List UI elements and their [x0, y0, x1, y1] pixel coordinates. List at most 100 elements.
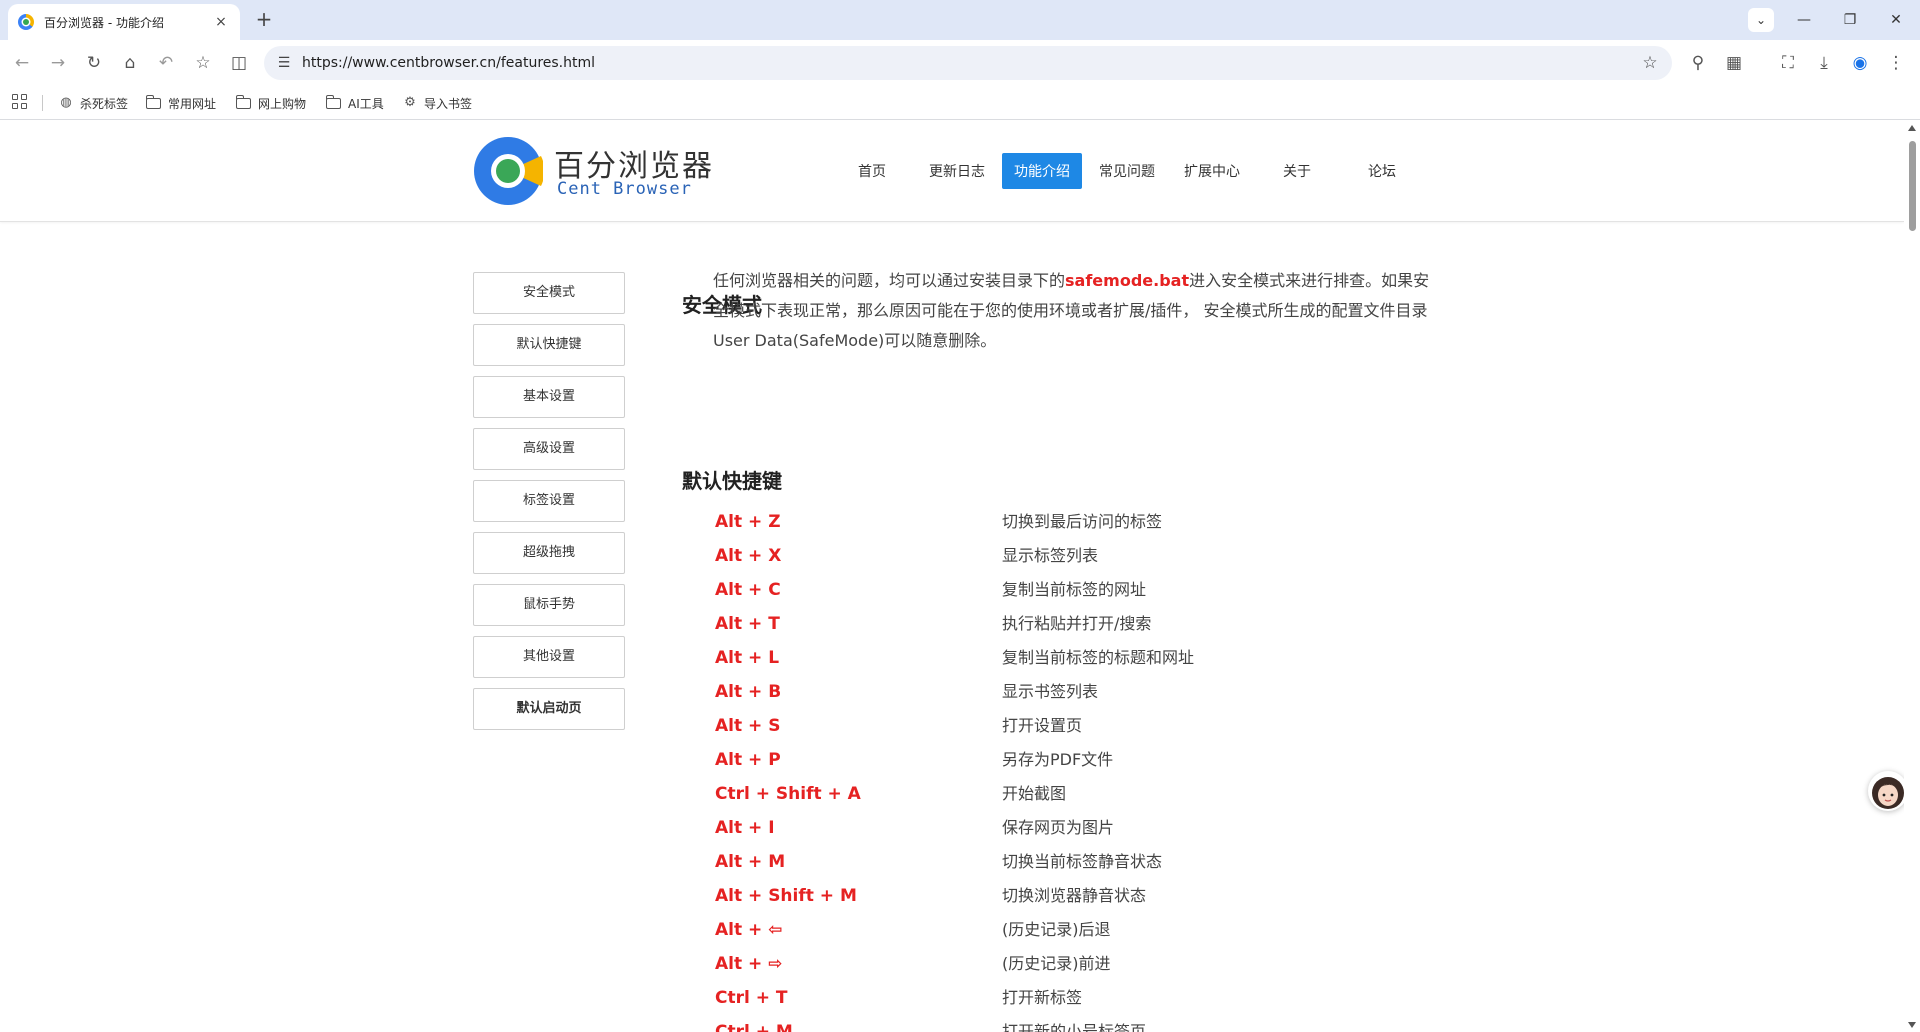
safemode-bat-highlight: safemode.bat — [1065, 271, 1190, 290]
nav-home[interactable]: 首页 — [832, 153, 912, 189]
bookmarks-separator — [42, 95, 43, 111]
scroll-up-arrow-icon[interactable] — [1908, 125, 1916, 131]
url-text[interactable]: https://www.centbrowser.cn/features.html — [302, 46, 595, 80]
undo-close-tab-icon[interactable]: ↶ — [152, 49, 180, 77]
nav-faq[interactable]: 常见问题 — [1087, 153, 1167, 189]
search-icon[interactable]: ⚲ — [1684, 49, 1712, 77]
download-icon[interactable]: ⤓ — [1810, 49, 1838, 77]
tab-strip: 百分浏览器 - 功能介绍 × + ⌄ — ❐ ✕ — [0, 0, 1920, 40]
shortcut-key: Alt + S — [715, 716, 781, 736]
crop-screenshot-icon[interactable]: ⛶ — [1774, 49, 1802, 77]
shortcut-key: Alt + M — [715, 852, 786, 872]
sidebar-item-safe-mode[interactable]: 安全模式 — [473, 272, 625, 314]
omnibox-star-icon[interactable]: ☆ — [1638, 51, 1662, 75]
bookmark-folder-ai-tools[interactable]: AI工具 — [325, 86, 384, 120]
bookmark-label: 常用网址 — [168, 96, 217, 111]
new-tab-button[interactable]: + — [252, 8, 276, 32]
logo-name-en: Cent Browser — [557, 179, 692, 199]
bookmark-label: 网上购物 — [258, 96, 307, 111]
sidebar-item-tab-settings[interactable]: 标签设置 — [473, 480, 625, 522]
bookmark-import[interactable]: ⚙ 导入书签 — [402, 86, 472, 120]
shortcut-key: Alt + P — [715, 750, 781, 770]
profile-icon[interactable]: ◉ — [1846, 49, 1874, 77]
shortcut-description: 开始截图 — [1002, 784, 1067, 803]
nav-forum[interactable]: 论坛 — [1342, 153, 1422, 189]
shortcut-description: 复制当前标签的网址 — [1002, 580, 1147, 599]
shortcut-row: Alt + T 执行粘贴并打开/搜索 — [715, 607, 1415, 641]
shortcut-key: Ctrl + Shift + A — [715, 784, 861, 804]
shortcut-key: Alt + B — [715, 682, 782, 702]
safe-mode-text-before: 任何浏览器相关的问题，均可以通过安装目录下的 — [713, 271, 1066, 290]
assistant-avatar[interactable] — [1868, 771, 1908, 811]
home-icon[interactable]: ⌂ — [116, 49, 144, 77]
sidebar-item-startup-page[interactable]: 默认启动页 — [473, 688, 625, 730]
shortcut-description: 打开设置页 — [1002, 716, 1083, 735]
shortcut-row: Ctrl + T 打开新标签 — [715, 981, 1415, 1015]
restore-button[interactable]: ❐ — [1836, 6, 1864, 34]
close-window-button[interactable]: ✕ — [1882, 6, 1910, 34]
shortcut-row: Alt + B 显示书签列表 — [715, 675, 1415, 709]
sidebar-item-other-settings[interactable]: 其他设置 — [473, 636, 625, 678]
shortcut-description: 显示书签列表 — [1002, 682, 1099, 701]
qr-code-icon[interactable]: ▦ — [1720, 49, 1748, 77]
shortcut-description: 切换浏览器静音状态 — [1002, 886, 1147, 905]
globe-icon: ◍ — [60, 95, 72, 110]
bookmark-folder-shopping[interactable]: 网上购物 — [235, 86, 307, 120]
site-header: 百分浏览器 Cent Browser 首页 更新日志 功能介绍 常见问题 扩展中… — [0, 121, 1904, 222]
safe-mode-paragraph: 任何浏览器相关的问题，均可以通过安装目录下的safemode.bat进入安全模式… — [713, 266, 1433, 356]
page-scrollbar[interactable] — [1904, 121, 1920, 1032]
nav-features[interactable]: 功能介绍 — [1002, 153, 1082, 189]
back-icon[interactable]: ← — [8, 49, 36, 77]
nav-changelog[interactable]: 更新日志 — [917, 153, 997, 189]
shortcut-row: Alt + X 显示标签列表 — [715, 539, 1415, 573]
bookmark-label: 导入书签 — [424, 96, 473, 111]
sidebar-item-advanced-settings[interactable]: 高级设置 — [473, 428, 625, 470]
shortcut-description: 保存网页为图片 — [1002, 818, 1115, 837]
minimize-button[interactable]: — — [1790, 6, 1818, 34]
sidebar-item-super-drag[interactable]: 超级拖拽 — [473, 532, 625, 574]
bookmark-folder-common[interactable]: 常用网址 — [145, 86, 217, 120]
sidebar-item-basic-settings[interactable]: 基本设置 — [473, 376, 625, 418]
tab-search-button[interactable]: ⌄ — [1748, 8, 1774, 32]
tab-title: 百分浏览器 - 功能介绍 — [44, 15, 164, 30]
shortcut-description: 打开新标签 — [1002, 988, 1083, 1007]
shortcut-key: Alt + Shift + M — [715, 886, 857, 906]
tab-close-icon[interactable]: × — [212, 14, 230, 30]
shortcut-row: Alt + I 保存网页为图片 — [715, 811, 1415, 845]
menu-icon[interactable]: ⋮ — [1882, 49, 1910, 77]
shortcut-key: Alt + X — [715, 546, 782, 566]
reading-mode-icon[interactable]: ◫ — [225, 49, 253, 77]
address-bar[interactable]: ☰ https://www.centbrowser.cn/features.ht… — [264, 46, 1672, 80]
bookmark-kill-tabs[interactable]: ◍ 杀死标签 — [58, 86, 128, 120]
shortcut-row: Ctrl + Shift + A 开始截图 — [715, 777, 1415, 811]
site-info-icon[interactable]: ☰ — [274, 53, 294, 73]
nav-about[interactable]: 关于 — [1257, 153, 1337, 189]
bookmarks-bar: ◍ 杀死标签 常用网址 网上购物 AI工具 ⚙ 导入书签 — [0, 86, 1920, 120]
apps-grid-icon[interactable] — [12, 94, 28, 110]
folder-icon — [145, 94, 161, 109]
shortcut-description: 切换到最后访问的标签 — [1002, 512, 1163, 531]
shortcut-key: Alt + Z — [715, 512, 781, 532]
shortcut-description: 执行粘贴并打开/搜索 — [1002, 614, 1152, 633]
sidebar-item-shortcuts[interactable]: 默认快捷键 — [473, 324, 625, 366]
forward-icon[interactable]: → — [44, 49, 72, 77]
bookmark-label: AI工具 — [348, 96, 384, 111]
folder-icon — [235, 94, 251, 109]
main-nav: 首页 更新日志 功能介绍 常见问题 扩展中心 关于 论坛 — [832, 153, 1427, 189]
scroll-down-arrow-icon[interactable] — [1908, 1022, 1916, 1028]
shortcut-description: 切换当前标签静音状态 — [1002, 852, 1163, 871]
bookmark-label: 杀死标签 — [80, 96, 129, 111]
nav-extensions[interactable]: 扩展中心 — [1172, 153, 1252, 189]
shortcut-key: Alt + T — [715, 614, 780, 634]
shortcut-row: Alt + P 另存为PDF文件 — [715, 743, 1415, 777]
shortcut-key: Alt + L — [715, 648, 780, 668]
feature-sidebar: 安全模式 默认快捷键 基本设置 高级设置 标签设置 超级拖拽 鼠标手势 其他设置… — [473, 272, 625, 740]
folder-icon — [325, 94, 341, 109]
reload-icon[interactable]: ↻ — [80, 49, 108, 77]
bookmark-star-icon[interactable]: ☆ — [189, 49, 217, 77]
active-tab[interactable]: 百分浏览器 - 功能介绍 × — [8, 4, 240, 40]
shortcut-key: Ctrl + T — [715, 988, 788, 1008]
scroll-thumb[interactable] — [1909, 141, 1916, 231]
cent-browser-logo-icon[interactable] — [473, 136, 543, 206]
sidebar-item-mouse-gestures[interactable]: 鼠标手势 — [473, 584, 625, 626]
